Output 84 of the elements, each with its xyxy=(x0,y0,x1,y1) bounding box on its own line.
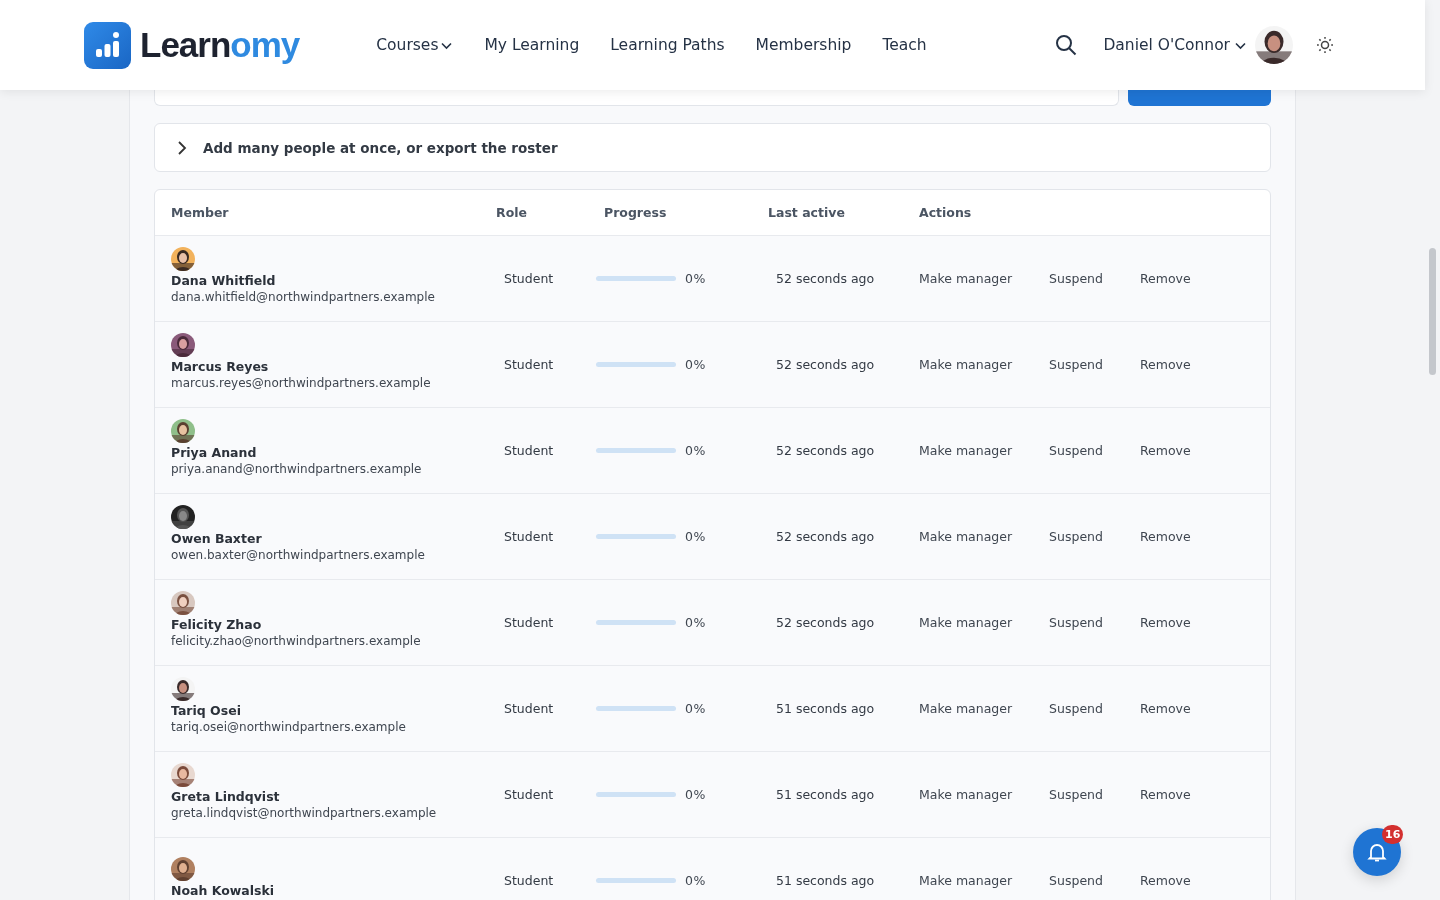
last-active-cell-text: 51 seconds ago xyxy=(775,701,876,716)
action-link[interactable]: Suspend xyxy=(1049,615,1103,630)
role-cell-text: Student xyxy=(503,443,555,458)
logo-wordmark: Learnomy xyxy=(140,25,300,65)
column-header: Last active xyxy=(767,205,846,220)
role-cell-text: Student xyxy=(503,357,555,372)
action-link[interactable]: Remove xyxy=(1139,529,1191,544)
action-link[interactable]: Make manager xyxy=(919,271,1013,286)
progress-percent: 0% xyxy=(685,529,706,544)
member-name: Dana Whitfield xyxy=(171,272,277,288)
member-email: priya.anand@northwindpartners.example xyxy=(171,461,423,477)
last-active-cell-text: 52 seconds ago xyxy=(775,443,876,458)
member-email: felicity.zhao@northwindpartners.example xyxy=(171,633,422,649)
user-menu[interactable]: Daniel O'Connor xyxy=(1103,36,1247,54)
action-link[interactable]: Make manager xyxy=(919,873,1013,888)
action-link[interactable]: Make manager xyxy=(919,615,1013,630)
action-link[interactable]: Make manager xyxy=(919,357,1013,372)
member-email: owen.baxter@northwindpartners.example xyxy=(171,547,426,563)
role-cell-text: Student xyxy=(503,701,555,716)
action-link[interactable]: Make manager xyxy=(919,443,1013,458)
action-link[interactable]: Remove xyxy=(1139,787,1191,802)
role-cell-text: Student xyxy=(503,787,555,802)
action-link[interactable]: Remove xyxy=(1139,615,1191,630)
action-link[interactable]: Make manager xyxy=(919,787,1013,802)
member-email: tariq.osei@northwindpartners.example xyxy=(171,719,407,735)
action-link[interactable]: Suspend xyxy=(1049,701,1103,716)
column-header: Actions xyxy=(918,205,973,220)
member-name: Felicity Zhao xyxy=(171,616,263,632)
role-cell-text: Student xyxy=(503,873,555,888)
nav-link[interactable]: My Learning xyxy=(484,36,580,54)
nav-link[interactable]: Teach xyxy=(882,36,927,54)
action-link[interactable]: Make manager xyxy=(919,529,1013,544)
last-active-cell-text: 52 seconds ago xyxy=(775,529,876,544)
action-link[interactable]: Remove xyxy=(1139,271,1191,286)
notification-badge: 16 xyxy=(1382,825,1404,844)
column-header: Member xyxy=(170,205,230,220)
action-link[interactable]: Suspend xyxy=(1049,529,1103,544)
search-icon[interactable] xyxy=(1055,34,1078,56)
role-cell-text: Student xyxy=(503,615,555,630)
last-active-cell-text: 51 seconds ago xyxy=(775,787,876,802)
member-name: Noah Kowalski xyxy=(171,883,276,898)
member-name: Priya Anand xyxy=(171,444,258,460)
last-active-cell-text: 52 seconds ago xyxy=(775,271,876,286)
action-link[interactable]: Suspend xyxy=(1049,271,1103,286)
action-link[interactable]: Suspend xyxy=(1049,357,1103,372)
progress-percent: 0% xyxy=(685,701,706,716)
member-name: Greta Lindqvist xyxy=(171,788,281,804)
bulk-actions-label: Add many people at once, or export the roster xyxy=(203,139,558,156)
nav-link[interactable]: Membership xyxy=(755,36,852,54)
progress-percent: 0% xyxy=(685,443,706,458)
member-email: marcus.reyes@northwindpartners.example xyxy=(171,375,432,391)
last-active-cell-text: 52 seconds ago xyxy=(775,357,876,372)
notifications-button[interactable] xyxy=(1353,828,1401,876)
action-link[interactable]: Remove xyxy=(1139,443,1191,458)
action-link[interactable]: Suspend xyxy=(1049,787,1103,802)
nav-link[interactable]: Learning Paths xyxy=(610,36,725,54)
action-link[interactable]: Remove xyxy=(1139,873,1191,888)
column-header: Role xyxy=(495,205,528,220)
role-cell-text: Student xyxy=(503,529,555,544)
member-email: greta.lindqvist@northwindpartners.example xyxy=(171,805,438,821)
action-link[interactable]: Remove xyxy=(1139,701,1191,716)
role-cell-text: Student xyxy=(503,271,555,286)
progress-percent: 0% xyxy=(685,271,706,286)
action-link[interactable]: Suspend xyxy=(1049,443,1103,458)
member-name: Owen Baxter xyxy=(171,530,263,546)
last-active-cell-text: 51 seconds ago xyxy=(775,873,876,888)
member-name: Tariq Osei xyxy=(171,702,242,718)
member-email: dana.whitfield@northwindpartners.example xyxy=(171,289,436,305)
email-field[interactable] xyxy=(154,90,1119,106)
sun-icon[interactable] xyxy=(1315,35,1335,55)
bell-icon xyxy=(1366,841,1388,863)
column-header: Progress xyxy=(603,205,668,220)
action-link[interactable]: Make manager xyxy=(919,701,1013,716)
progress-percent: 0% xyxy=(685,873,706,888)
action-link[interactable]: Remove xyxy=(1139,357,1191,372)
progress-percent: 0% xyxy=(685,357,706,372)
logo-icon xyxy=(84,21,131,69)
action-link[interactable]: Suspend xyxy=(1049,873,1103,888)
bulk-actions-toggle[interactable]: Add many people at once, or export the roster xyxy=(154,123,1271,172)
progress-percent: 0% xyxy=(685,615,706,630)
member-name: Marcus Reyes xyxy=(171,358,270,374)
nav-link[interactable]: Courses xyxy=(376,36,454,54)
progress-percent: 0% xyxy=(685,787,706,802)
last-active-cell-text: 52 seconds ago xyxy=(775,615,876,630)
